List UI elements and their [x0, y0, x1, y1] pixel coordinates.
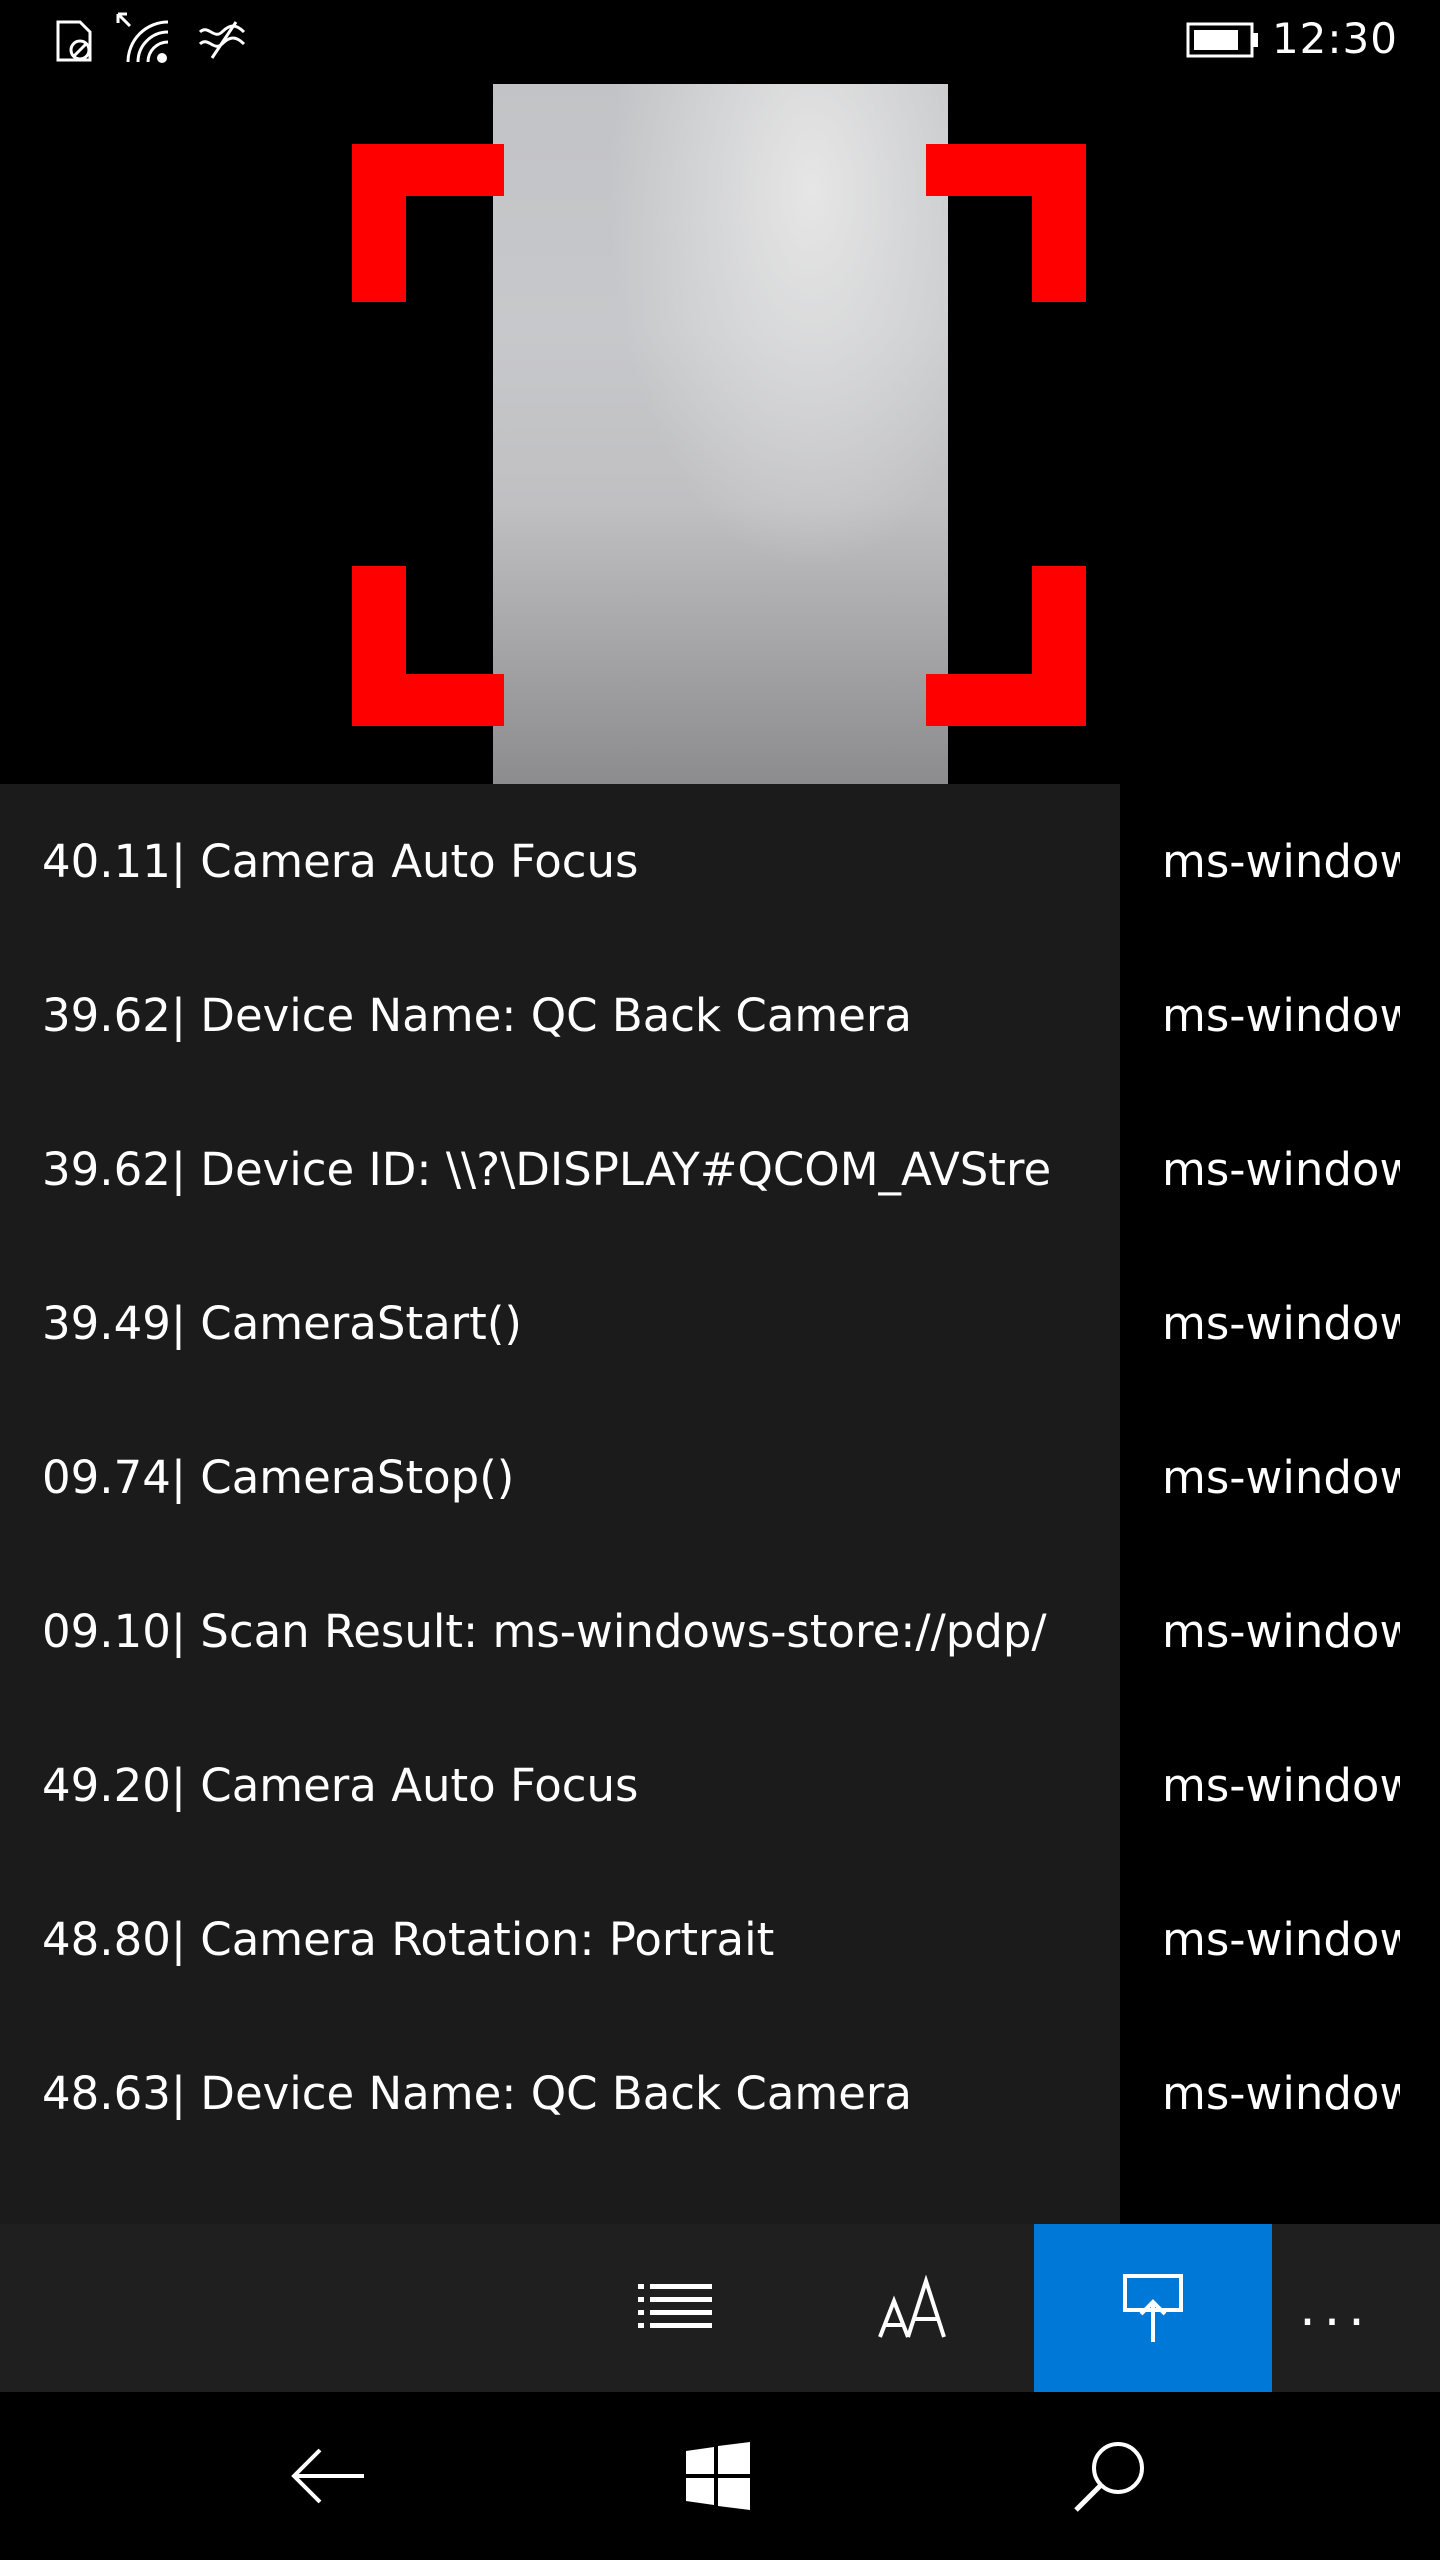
- log-entry[interactable]: 48.80| Camera Rotation: Portrait: [0, 1862, 1120, 2016]
- scan-bracket-top-right: [926, 144, 1086, 302]
- log-detail-text: ms-windows-store://pdp/: [1162, 1450, 1400, 1504]
- log-detail[interactable]: ms-windows-store://pdp/: [1120, 938, 1420, 1092]
- scan-bracket-bottom-right: [926, 566, 1086, 726]
- log-detail-text: ms-windows-store://pdp/: [1162, 988, 1400, 1042]
- scan-frame: [352, 144, 1086, 726]
- log-entry[interactable]: 09.74| CameraStop(): [0, 1400, 1120, 1554]
- battery-icon: [1186, 22, 1258, 58]
- log-detail[interactable]: ms-windows-store://pdp/: [1120, 784, 1420, 938]
- log-detail[interactable]: ms-windows-store://pdp/: [1120, 1862, 1420, 2016]
- start-button[interactable]: [618, 2392, 818, 2560]
- log-detail[interactable]: ms-windows-store://pdp/: [1120, 1092, 1420, 1246]
- log-entry-text: 39.62| Device ID: \\?\DISPLAY#QCOM_AVStr…: [42, 1142, 1052, 1196]
- log-entry-text: 48.63| Device Name: QC Back Camera: [42, 2066, 913, 2120]
- log-detail-text: ms-windows-store://pdp/: [1162, 1758, 1400, 1812]
- log-detail[interactable]: ms-windows-store://pdp/: [1120, 1400, 1420, 1554]
- log-detail[interactable]: ms-windows-store://pdp/: [1120, 1554, 1420, 1708]
- log-entry-text: 40.11| Camera Auto Focus: [42, 834, 639, 888]
- log-list[interactable]: 40.11| Camera Auto Focus 39.62| Device N…: [0, 784, 1120, 2224]
- windows-logo-icon: [686, 2442, 750, 2510]
- log-detail-text: ms-windows-store://pdp/: [1162, 2066, 1400, 2120]
- search-button[interactable]: [1010, 2392, 1210, 2560]
- no-sim-icon: [56, 20, 92, 62]
- log-entry-text: 09.74| CameraStop(): [42, 1450, 515, 1504]
- back-arrow-icon: [291, 2448, 364, 2504]
- log-entry-text: 48.80| Camera Rotation: Portrait: [42, 1912, 775, 1966]
- status-bar: 12:30: [0, 0, 1440, 80]
- log-detail[interactable]: ms-windows-store://pdp/: [1120, 1708, 1420, 1862]
- camera-area: [0, 80, 1440, 784]
- log-detail[interactable]: ms-windows-store://pdp/: [1120, 2016, 1420, 2170]
- log-entry[interactable]: 09.10| Scan Result: ms-windows-store://p…: [0, 1554, 1120, 1708]
- log-entry[interactable]: 40.11| Camera Auto Focus: [0, 784, 1120, 938]
- log-entry[interactable]: 49.20| Camera Auto Focus: [0, 1708, 1120, 1862]
- list-icon: [638, 2284, 712, 2328]
- clock: 12:30: [1271, 14, 1398, 63]
- back-button[interactable]: [228, 2392, 428, 2560]
- log-entry-text: 39.62| Device Name: QC Back Camera: [42, 988, 913, 1042]
- font-size-icon: [878, 2275, 946, 2338]
- log-entry-text: 49.20| Camera Auto Focus: [42, 1758, 639, 1812]
- log-detail-text: ms-windows-store://pdp/: [1162, 1912, 1400, 1966]
- log-detail-text: ms-windows-store://pdp/: [1162, 1296, 1400, 1350]
- log-detail[interactable]: ms-windows-store://pdp/: [1120, 1246, 1420, 1400]
- scan-bracket-bottom-left: [352, 566, 504, 726]
- log-detail-text: ms-windows-store://pdp/: [1162, 1604, 1400, 1658]
- project-screen-icon: [1123, 2274, 1183, 2342]
- list-button[interactable]: [557, 2224, 795, 2392]
- search-icon: [1074, 2442, 1144, 2512]
- more-button[interactable]: ...: [1236, 2224, 1436, 2392]
- font-size-button[interactable]: [795, 2224, 1033, 2392]
- log-entry[interactable]: 48.63| Device Name: QC Back Camera: [0, 2016, 1120, 2170]
- log-detail-text: ms-windows-store://pdp/: [1162, 834, 1400, 888]
- navigation-bar: [0, 2392, 1440, 2560]
- scan-bracket-top-left: [352, 144, 504, 302]
- log-detail-text: ms-windows-store://pdp/: [1162, 1142, 1400, 1196]
- log-detail-column[interactable]: ms-windows-store://pdp/ ms-windows-store…: [1120, 784, 1440, 2224]
- log-entry-text: 09.10| Scan Result: ms-windows-store://p…: [42, 1604, 1047, 1658]
- wifi-icon: [116, 12, 169, 63]
- log-entry[interactable]: 39.62| Device ID: \\?\DISPLAY#QCOM_AVStr…: [0, 1092, 1120, 1246]
- log-entry[interactable]: 39.62| Device Name: QC Back Camera: [0, 938, 1120, 1092]
- more-icon: ...: [1299, 2278, 1373, 2338]
- data-connection-icon: [198, 21, 246, 59]
- log-entry[interactable]: 39.49| CameraStart(): [0, 1246, 1120, 1400]
- app-bar: ...: [0, 2224, 1440, 2392]
- log-entry-text: 39.49| CameraStart(): [42, 1296, 522, 1350]
